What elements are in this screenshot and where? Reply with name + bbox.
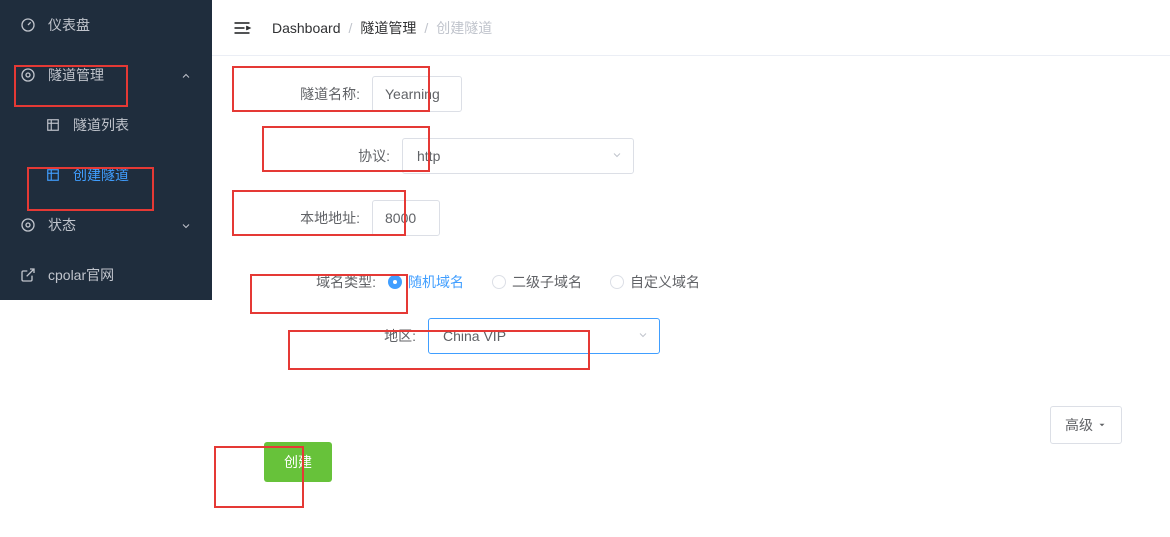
domain-type-radio-group: 随机域名 二级子域名 自定义域名 <box>388 272 700 292</box>
region-value: China VIP <box>443 328 506 344</box>
radio-label: 自定义域名 <box>630 272 700 292</box>
radio-icon <box>610 275 624 289</box>
sidebar-item-label: 仪表盘 <box>48 15 192 35</box>
sidebar-item-label: 隧道列表 <box>73 115 192 135</box>
sidebar-item-create-tunnel[interactable]: 创建隧道 <box>0 150 212 200</box>
sidebar-item-label: 状态 <box>48 215 180 235</box>
domain-type-label: 域名类型: <box>276 272 376 292</box>
grid-icon <box>45 167 61 183</box>
chevron-down-icon <box>637 328 649 344</box>
region-select[interactable]: China VIP <box>428 318 660 354</box>
radio-icon <box>388 275 402 289</box>
breadcrumb: Dashboard / 隧道管理 / 创建隧道 <box>272 18 492 38</box>
protocol-value: http <box>417 148 440 164</box>
sidebar-item-tunnel-mgmt[interactable]: 隧道管理 <box>0 50 212 100</box>
sidebar-item-dashboard[interactable]: 仪表盘 <box>0 0 212 50</box>
tunnel-name-input[interactable] <box>372 76 462 112</box>
breadcrumb-root[interactable]: Dashboard <box>272 20 341 36</box>
grid-icon <box>45 117 61 133</box>
target-icon <box>20 217 36 233</box>
domain-type-custom[interactable]: 自定义域名 <box>610 272 700 292</box>
header: Dashboard / 隧道管理 / 创建隧道 <box>212 0 1170 56</box>
sidebar-item-label: cpolar官网 <box>48 265 192 285</box>
protocol-label: 协议: <box>290 146 390 166</box>
local-address-label: 本地地址: <box>260 208 360 228</box>
breadcrumb-mid[interactable]: 隧道管理 <box>360 18 416 38</box>
sidebar-item-cpolar-site[interactable]: cpolar官网 <box>0 250 212 300</box>
breadcrumb-separator: / <box>349 20 353 36</box>
tunnel-name-label: 隧道名称: <box>260 84 360 104</box>
sidebar-item-label: 创建隧道 <box>73 165 192 185</box>
external-link-icon <box>20 267 36 283</box>
advanced-button[interactable]: 高级 <box>1050 406 1122 444</box>
menu-toggle-icon[interactable] <box>232 18 252 38</box>
breadcrumb-current: 创建隧道 <box>436 18 492 38</box>
local-address-input[interactable] <box>372 200 440 236</box>
chevron-down-icon <box>611 148 623 164</box>
radio-label: 二级子域名 <box>512 272 582 292</box>
advanced-label: 高级 <box>1065 415 1093 435</box>
dashboard-icon <box>20 17 36 33</box>
domain-type-random[interactable]: 随机域名 <box>388 272 464 292</box>
target-icon <box>20 67 36 83</box>
domain-type-subdomain[interactable]: 二级子域名 <box>492 272 582 292</box>
protocol-select[interactable]: http <box>402 138 634 174</box>
breadcrumb-separator: / <box>424 20 428 36</box>
sidebar-item-tunnel-list[interactable]: 隧道列表 <box>0 100 212 150</box>
caret-down-icon <box>1097 417 1107 433</box>
sidebar-item-label: 隧道管理 <box>48 65 180 85</box>
chevron-down-icon <box>180 219 192 231</box>
chevron-up-icon <box>180 69 192 81</box>
region-label: 地区: <box>316 326 416 346</box>
create-button[interactable]: 创建 <box>264 442 332 482</box>
sidebar-item-status[interactable]: 状态 <box>0 200 212 250</box>
radio-icon <box>492 275 506 289</box>
radio-label: 随机域名 <box>408 272 464 292</box>
